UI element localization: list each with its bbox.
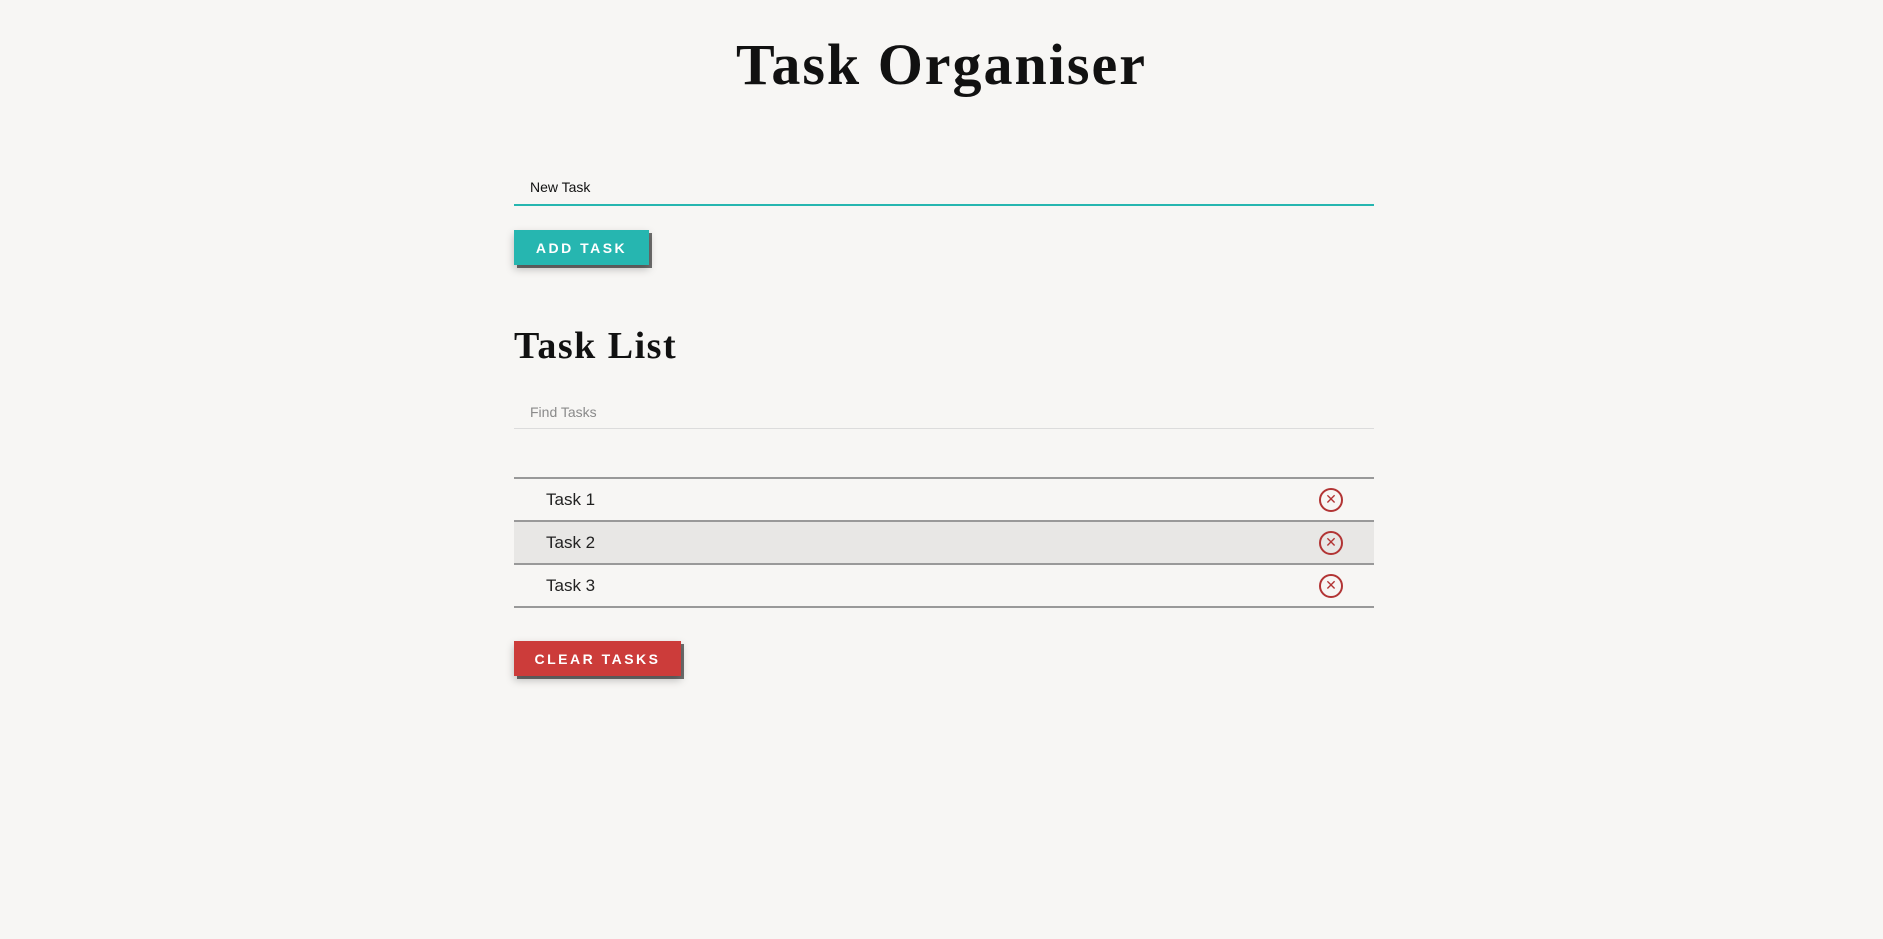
find-tasks-input[interactable] [514, 395, 1374, 429]
delete-task-icon[interactable]: ✕ [1319, 487, 1343, 512]
task-list-title: Task List [514, 325, 678, 367]
app-title: Task Organiser [736, 32, 1147, 97]
task-list-item: Task 1 ✕ [514, 479, 1374, 522]
clear-tasks-button[interactable]: CLEAR TASKS [514, 641, 681, 676]
task-list: Task 1 ✕ Task 2 ✕ Task 3 ✕ [514, 477, 1374, 608]
task-list-item: Task 3 ✕ [514, 565, 1374, 608]
task-label: Task 1 [546, 489, 596, 509]
task-label: Task 2 [546, 532, 596, 552]
delete-task-icon[interactable]: ✕ [1319, 530, 1343, 555]
add-task-button[interactable]: ADD TASK [514, 230, 649, 265]
task-label: Task 3 [546, 575, 596, 595]
new-task-input[interactable] [514, 170, 1374, 206]
task-list-item: Task 2 ✕ [514, 522, 1374, 565]
delete-task-icon[interactable]: ✕ [1319, 573, 1343, 598]
